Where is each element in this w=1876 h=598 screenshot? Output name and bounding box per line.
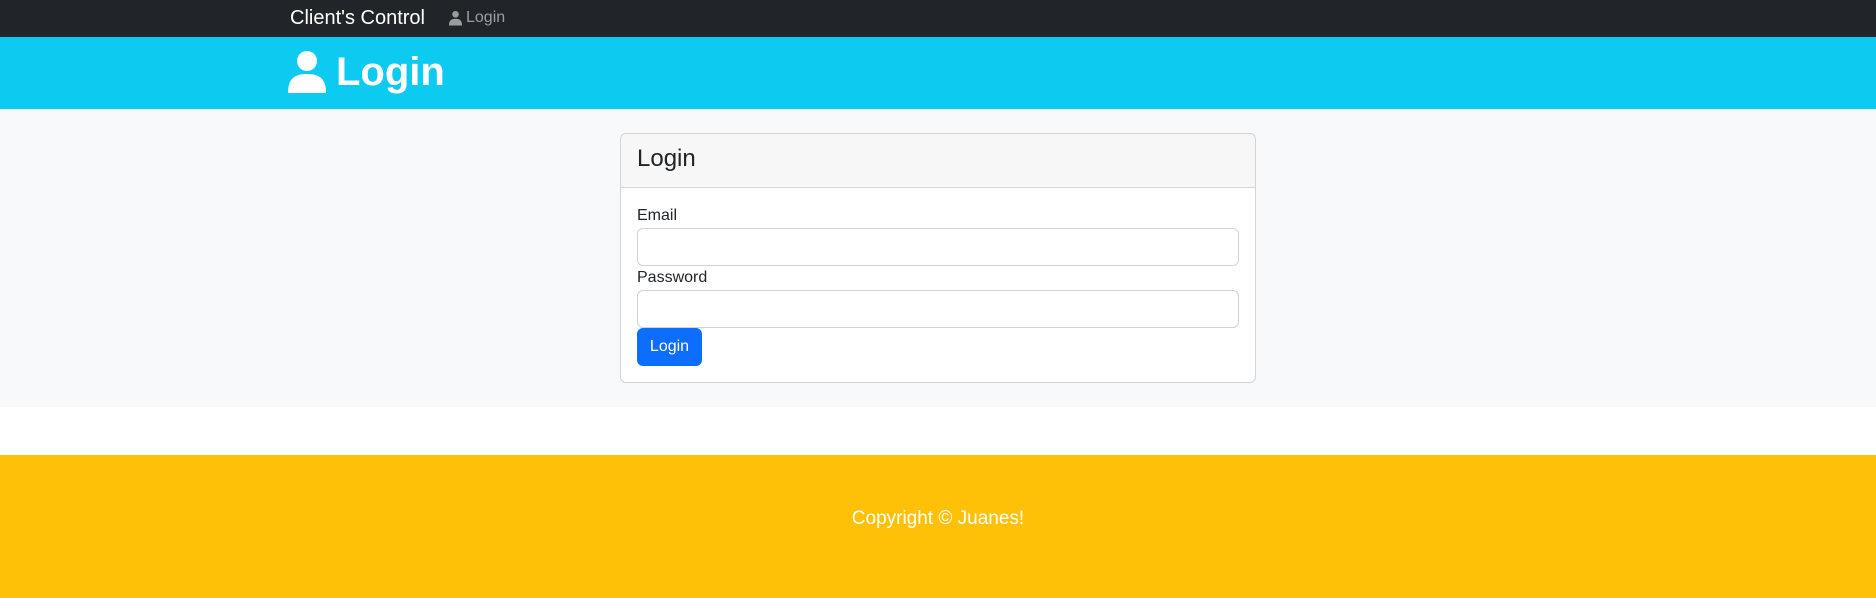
- card-header: Login: [621, 134, 1255, 188]
- nav-link-login[interactable]: Login: [448, 8, 505, 28]
- login-card: Login Email Password Login: [620, 133, 1256, 383]
- user-icon: [448, 10, 463, 26]
- user-icon: [288, 51, 326, 93]
- page-header: Login: [0, 37, 1876, 109]
- card-title: Login: [637, 145, 696, 172]
- top-navbar: Client's Control Login: [0, 0, 1876, 37]
- password-field[interactable]: [637, 290, 1239, 328]
- login-button[interactable]: Login: [637, 328, 702, 366]
- email-field[interactable]: [637, 228, 1239, 266]
- password-label: Password: [637, 269, 708, 286]
- nav-link-label: Login: [466, 9, 506, 26]
- main-section: Login Email Password Login: [0, 109, 1876, 407]
- email-label: Email: [637, 207, 678, 224]
- copyright-text: Copyright © Juanes!: [851, 508, 1025, 529]
- page-title-text: Login: [336, 50, 445, 94]
- page-footer: Copyright © Juanes!: [0, 455, 1876, 598]
- navbar-brand[interactable]: Client's Control: [290, 6, 425, 31]
- page-title: Login: [288, 47, 445, 97]
